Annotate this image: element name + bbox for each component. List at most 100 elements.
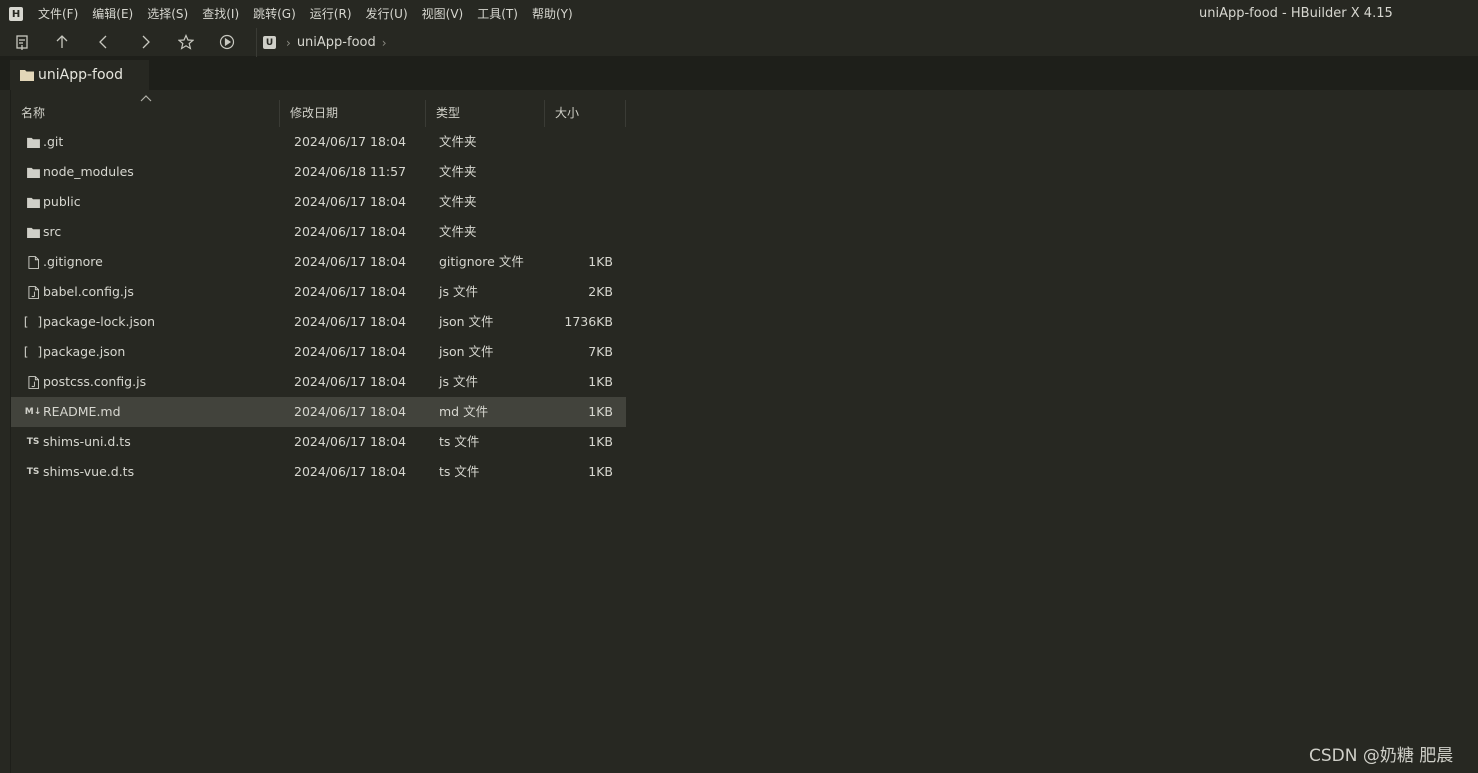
file-name: public xyxy=(43,194,81,209)
menu-tools[interactable]: 工具(T) xyxy=(470,0,525,28)
file-name: package.json xyxy=(43,344,126,359)
file-icon xyxy=(24,247,42,277)
file-date: 2024/06/17 18:04 xyxy=(294,284,407,299)
file-row[interactable]: src 2024/06/17 18:04 文件夹 xyxy=(11,217,626,247)
file-size: 2KB xyxy=(588,284,613,299)
folder-icon xyxy=(24,157,42,187)
menu-help[interactable]: 帮助(Y) xyxy=(525,0,580,28)
file-name: shims-vue.d.ts xyxy=(43,464,135,479)
column-header-date[interactable]: 修改日期 xyxy=(280,100,426,127)
star-icon[interactable] xyxy=(175,31,197,53)
toolbar: U › uniApp-food › xyxy=(0,28,1478,57)
file-date: 2024/06/17 18:04 xyxy=(294,224,407,239)
file-date: 2024/06/18 11:57 xyxy=(294,164,407,179)
file-size: 1KB xyxy=(588,434,613,449)
chevron-right-icon[interactable]: › xyxy=(382,36,387,50)
file-name: shims-uni.d.ts xyxy=(43,434,131,449)
file-row[interactable]: TS shims-uni.d.ts 2024/06/17 18:04 ts 文件 1KB xyxy=(11,427,626,457)
file-row[interactable]: babel.config.js 2024/06/17 18:04 js 文件 2KB xyxy=(11,277,626,307)
file-row[interactable]: public 2024/06/17 18:04 文件夹 xyxy=(11,187,626,217)
file-name: .gitignore xyxy=(43,254,103,269)
menu-file[interactable]: 文件(F) xyxy=(31,0,85,28)
file-row[interactable]: TS shims-vue.d.ts 2024/06/17 18:04 ts 文件 1KB xyxy=(11,457,626,487)
menu-edit[interactable]: 编辑(E) xyxy=(85,0,140,28)
chevron-right-icon: › xyxy=(286,35,291,50)
file-name: package-lock.json xyxy=(43,314,156,329)
tab-label: uniApp-food xyxy=(38,67,123,83)
file-type: md 文件 xyxy=(439,404,489,419)
breadcrumb-project[interactable]: uniApp-food xyxy=(297,35,376,50)
file-row[interactable]: node_modules 2024/06/18 11:57 文件夹 xyxy=(11,157,626,187)
file-size: 7KB xyxy=(588,344,613,359)
file-type: json 文件 xyxy=(439,314,494,329)
js-file-icon xyxy=(24,367,42,397)
file-date: 2024/06/17 18:04 xyxy=(294,314,407,329)
typescript-file-icon: TS xyxy=(24,457,42,487)
menu-bar: H 文件(F) 编辑(E) 选择(S) 查找(I) 跳转(G) 运行(R) 发行… xyxy=(0,0,1478,28)
file-row[interactable]: M↓ README.md 2024/06/17 18:04 md 文件 1KB xyxy=(11,397,626,427)
file-type: json 文件 xyxy=(439,344,494,359)
file-type: js 文件 xyxy=(439,284,478,299)
file-row[interactable]: [ ] package-lock.json 2024/06/17 18:04 json… xyxy=(11,307,626,337)
file-name: babel.config.js xyxy=(43,284,134,299)
file-row[interactable]: [ ] package.json 2024/06/17 18:04 json 文件 7K… xyxy=(11,337,626,367)
file-type: ts 文件 xyxy=(439,464,480,479)
new-file-icon[interactable] xyxy=(11,31,33,53)
arrow-up-icon[interactable] xyxy=(51,31,73,53)
file-type: 文件夹 xyxy=(439,194,477,209)
file-type: 文件夹 xyxy=(439,164,477,179)
file-size: 1KB xyxy=(588,374,613,389)
column-header-size[interactable]: 大小 xyxy=(545,100,626,127)
file-list: .git 2024/06/17 18:04 文件夹 node_modules 2024/… xyxy=(11,127,626,487)
typescript-file-icon: TS xyxy=(24,427,42,457)
file-date: 2024/06/17 18:04 xyxy=(294,254,407,269)
folder-icon xyxy=(20,70,34,81)
file-type: js 文件 xyxy=(439,374,478,389)
chevron-left-icon[interactable] xyxy=(93,31,115,53)
menu-run[interactable]: 运行(R) xyxy=(303,0,359,28)
file-row[interactable]: postcss.config.js 2024/06/17 18:04 js 文件 1K… xyxy=(11,367,626,397)
file-name: .git xyxy=(43,134,64,149)
menu-goto[interactable]: 跳转(G) xyxy=(246,0,303,28)
file-type: gitignore 文件 xyxy=(439,254,524,269)
file-date: 2024/06/17 18:04 xyxy=(294,404,407,419)
file-size xyxy=(551,217,613,247)
file-date: 2024/06/17 18:04 xyxy=(294,374,407,389)
uniapp-logo-icon: U xyxy=(263,36,276,49)
file-name: README.md xyxy=(43,404,121,419)
markdown-file-icon-label: M↓ xyxy=(24,407,42,417)
folder-icon xyxy=(24,217,42,247)
file-type: ts 文件 xyxy=(439,434,480,449)
file-type: 文件夹 xyxy=(439,134,477,149)
hbuilder-logo-icon[interactable]: H xyxy=(9,7,23,21)
column-header-name[interactable]: 名称 xyxy=(11,100,280,127)
js-file-icon xyxy=(24,277,42,307)
json-file-icon: [ ] xyxy=(22,337,44,367)
file-date: 2024/06/17 18:04 xyxy=(294,134,407,149)
tab-uniapp-food[interactable]: uniApp-food xyxy=(10,60,149,90)
folder-icon xyxy=(24,187,42,217)
file-row[interactable]: .git 2024/06/17 18:04 文件夹 xyxy=(11,127,626,157)
menu-view[interactable]: 视图(V) xyxy=(415,0,471,28)
chevron-right-icon[interactable] xyxy=(134,31,156,53)
menu-find[interactable]: 查找(I) xyxy=(195,0,246,28)
window-title: uniApp-food - HBuilder X 4.15 xyxy=(1199,6,1393,21)
file-size: 1KB xyxy=(588,404,613,419)
file-size xyxy=(551,187,613,217)
file-list-panel: 名称 修改日期 类型 大小 .git 2024/06/17 18:04 文件夹 nod… xyxy=(10,90,1478,773)
tab-bar: uniApp-food xyxy=(0,57,1478,90)
menu-select[interactable]: 选择(S) xyxy=(140,0,195,28)
file-date: 2024/06/17 18:04 xyxy=(294,344,407,359)
file-size: 1KB xyxy=(588,254,613,269)
menu-publish[interactable]: 发行(U) xyxy=(359,0,415,28)
column-header-type[interactable]: 类型 xyxy=(426,100,545,127)
file-name: postcss.config.js xyxy=(43,374,147,389)
file-date: 2024/06/17 18:04 xyxy=(294,434,407,449)
file-size xyxy=(551,127,613,157)
play-circle-icon[interactable] xyxy=(216,31,238,53)
file-row[interactable]: .gitignore 2024/06/17 18:04 gitignore 文件 1K… xyxy=(11,247,626,277)
file-date: 2024/06/17 18:04 xyxy=(294,194,407,209)
file-date: 2024/06/17 18:04 xyxy=(294,464,407,479)
json-file-icon-label: [ ] xyxy=(22,315,44,329)
file-type: 文件夹 xyxy=(439,224,477,239)
